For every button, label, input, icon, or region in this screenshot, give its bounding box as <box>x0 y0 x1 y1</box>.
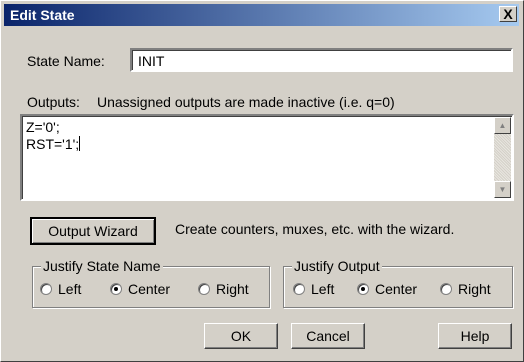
vertical-scrollbar[interactable]: ▲ ▼ <box>494 117 511 198</box>
close-icon: X <box>503 6 513 22</box>
radio-icon <box>440 283 452 295</box>
text-caret <box>79 136 81 151</box>
justify-state-name-legend: Justify State Name <box>41 258 163 274</box>
output-right-radio[interactable]: Right <box>440 281 491 297</box>
radio-checked-icon <box>110 283 122 295</box>
arrow-down-icon: ▼ <box>498 185 507 194</box>
radio-icon <box>40 283 52 295</box>
output-wizard-button[interactable]: Output Wizard <box>30 217 156 245</box>
state-name-input[interactable]: INIT <box>130 48 513 72</box>
output-left-radio[interactable]: Left <box>293 281 334 297</box>
justify-output-group: Justify Output Left Center Right <box>283 258 513 308</box>
radio-icon <box>293 283 305 295</box>
state-name-left-radio[interactable]: Left <box>40 281 81 297</box>
close-button[interactable]: X <box>499 6 517 22</box>
justify-output-legend: Justify Output <box>292 258 382 274</box>
title-bar[interactable]: Edit State X <box>4 4 519 26</box>
state-name-label: State Name: <box>27 53 105 69</box>
help-button[interactable]: Help <box>438 323 512 349</box>
scroll-down-button[interactable]: ▼ <box>494 181 511 198</box>
outputs-text: Z='0'; RST='1'; <box>26 119 81 152</box>
arrow-up-icon: ▲ <box>498 121 507 130</box>
radio-checked-icon <box>357 283 369 295</box>
state-name-center-radio[interactable]: Center <box>110 281 170 297</box>
justify-state-name-group: Justify State Name Left Center Right <box>32 258 270 308</box>
wizard-description: Create counters, muxes, etc. with the wi… <box>175 221 455 237</box>
outputs-hint: Unassigned outputs are made inactive (i.… <box>97 94 395 110</box>
outputs-label: Outputs: <box>27 94 80 110</box>
ok-button[interactable]: OK <box>204 323 278 349</box>
cancel-button[interactable]: Cancel <box>291 323 365 349</box>
outputs-textarea[interactable]: Z='0'; RST='1'; ▲ ▼ <box>20 114 514 201</box>
edit-state-dialog: Edit State X State Name: INIT Outputs: U… <box>0 0 524 362</box>
state-name-right-radio[interactable]: Right <box>198 281 249 297</box>
output-center-radio[interactable]: Center <box>357 281 417 297</box>
scroll-up-button[interactable]: ▲ <box>494 117 511 134</box>
window-title: Edit State <box>10 7 75 23</box>
radio-icon <box>198 283 210 295</box>
